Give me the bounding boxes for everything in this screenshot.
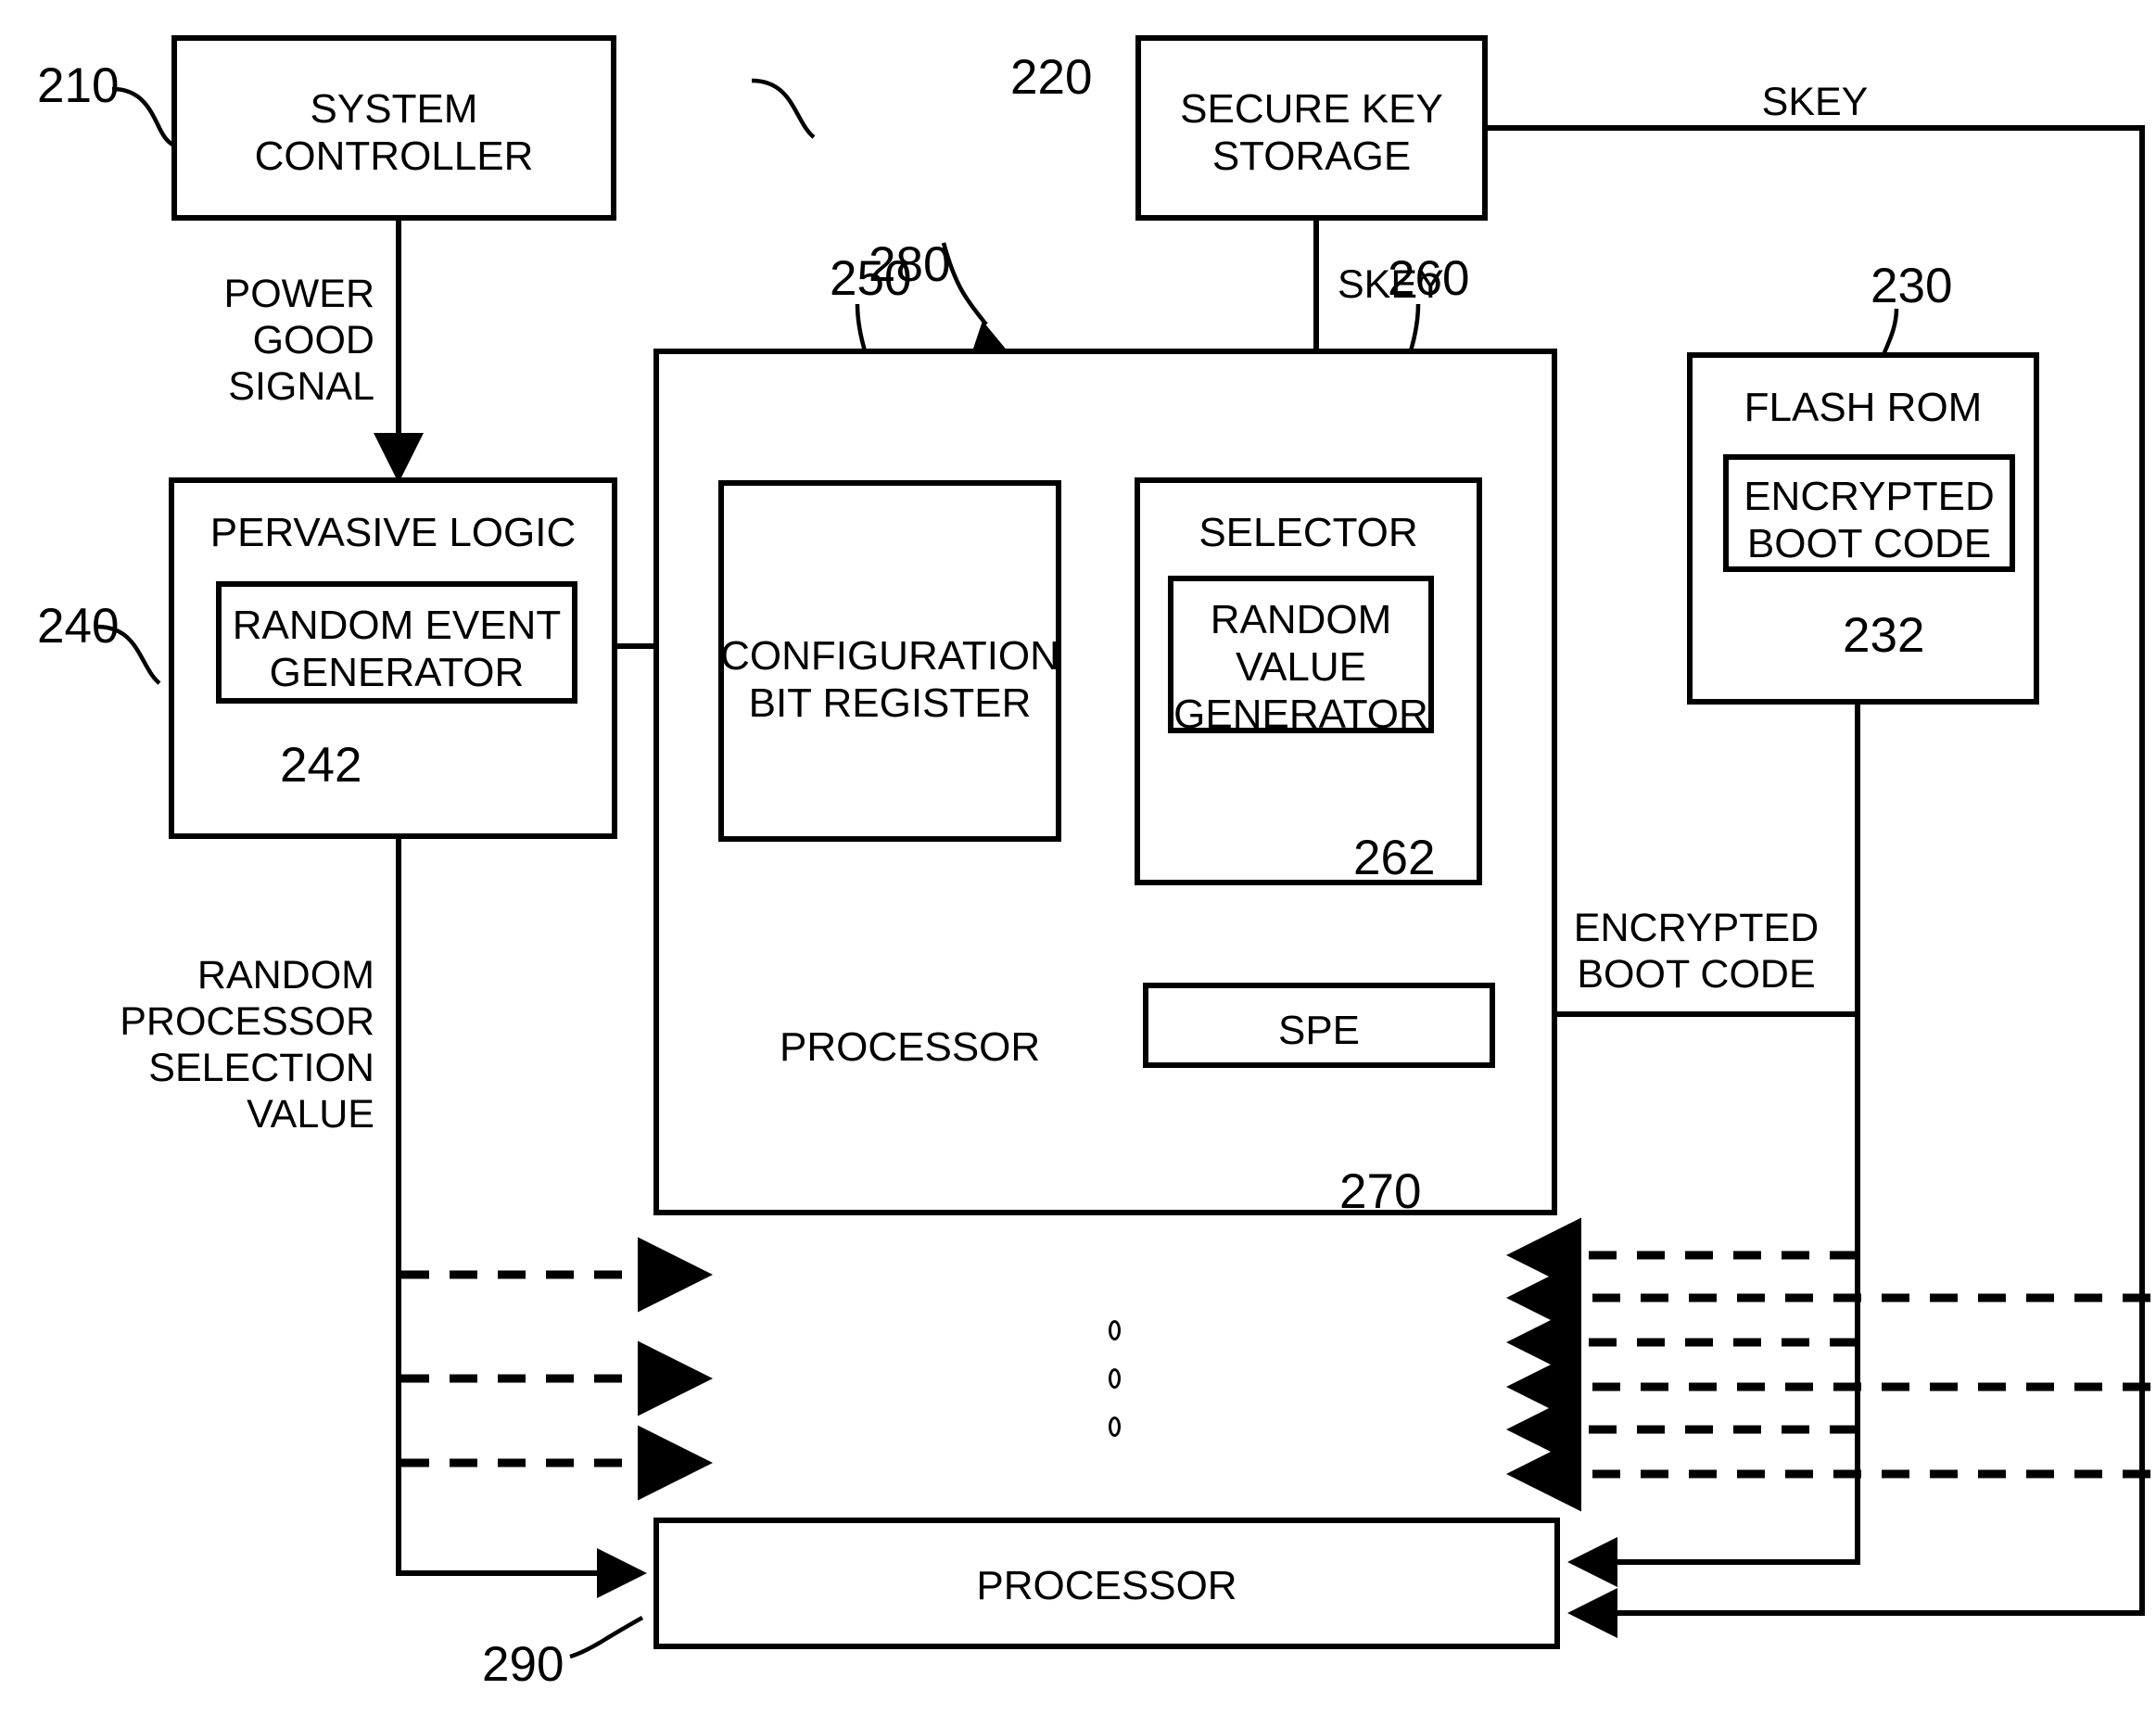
block-random-event-generator-label: RANDOM EVENT GENERATOR [232, 603, 562, 696]
leader-220 [751, 78, 816, 139]
signal-skey-right: SKEY [1761, 80, 1869, 124]
block-random-event-generator: RANDOM EVENT GENERATOR [216, 581, 577, 704]
leader-280-arrowhead [973, 321, 1008, 352]
block-pervasive-logic-label: PERVASIVE LOGIC [209, 510, 577, 555]
ref-262: 262 [1353, 831, 1436, 885]
dashed-bus-right [1506, 1217, 2150, 1512]
block-configuration-bit-register: CONFIGURATION BIT REGISTER [718, 480, 1061, 842]
ref-290: 290 [482, 1637, 564, 1692]
patent-figure: SYSTEM CONTROLLER 210 SECURE KEY STORAGE… [0, 0, 2156, 1715]
block-random-value-generator-label: RANDOM VALUE GENERATOR [1173, 597, 1428, 738]
block-secure-key-storage-label: SECURE KEY STORAGE [1180, 86, 1443, 180]
block-system-controller: SYSTEM CONTROLLER [171, 35, 616, 221]
ref-250: 250 [830, 251, 912, 306]
block-processor-main-label: PROCESSOR [780, 1024, 1041, 1070]
line-flashrom-to-processor290 [1567, 1014, 1860, 1587]
block-spe-label: SPE [1277, 1008, 1361, 1053]
ellipsis-dot-3 [1109, 1416, 1121, 1437]
ref-242: 242 [280, 738, 362, 793]
ref-232: 232 [1843, 608, 1925, 663]
ellipsis-dot-1 [1109, 1320, 1121, 1340]
signal-random-processor-selection-value: RANDOM PROCESSOR SELECTION VALUE [120, 953, 374, 1137]
block-secure-key-storage: SECURE KEY STORAGE [1135, 35, 1488, 221]
leader-290 [569, 1616, 644, 1659]
leader-210 [111, 86, 174, 146]
block-processor-bottom-label: PROCESSOR [976, 1563, 1237, 1608]
ellipsis-dot-2 [1109, 1368, 1121, 1389]
block-processor-bottom: PROCESSOR [653, 1518, 1560, 1649]
block-encrypted-boot-code: ENCRYPTED BOOT CODE [1723, 454, 2015, 572]
signal-encrypted-boot-code-bus: ENCRYPTED BOOT CODE [1573, 906, 1820, 997]
block-encrypted-boot-code-label: ENCRYPTED BOOT CODE [1744, 474, 1995, 567]
block-selector: SELECTOR RANDOM VALUE GENERATOR [1135, 477, 1482, 885]
dashed-bus-left [401, 1237, 713, 1501]
block-pervasive-logic: PERVASIVE LOGIC RANDOM EVENT GENERATOR [169, 477, 617, 839]
signal-power-good: POWER GOOD SIGNAL [223, 272, 374, 409]
block-random-value-generator: RANDOM VALUE GENERATOR [1168, 576, 1434, 737]
ref-210: 210 [37, 58, 120, 113]
block-configuration-bit-register-label: CONFIGURATION BIT REGISTER [720, 633, 1059, 727]
block-selector-label: SELECTOR [1198, 510, 1418, 555]
ref-240: 240 [37, 599, 120, 654]
ref-220: 220 [1010, 50, 1093, 105]
block-spe: SPE [1143, 983, 1495, 1068]
block-flash-rom-label: FLASH ROM [1744, 385, 1983, 430]
block-system-controller-label: SYSTEM CONTROLLER [254, 86, 534, 180]
ref-260: 260 [1388, 251, 1470, 306]
ref-270: 270 [1339, 1164, 1422, 1219]
ref-230: 230 [1871, 259, 1953, 313]
